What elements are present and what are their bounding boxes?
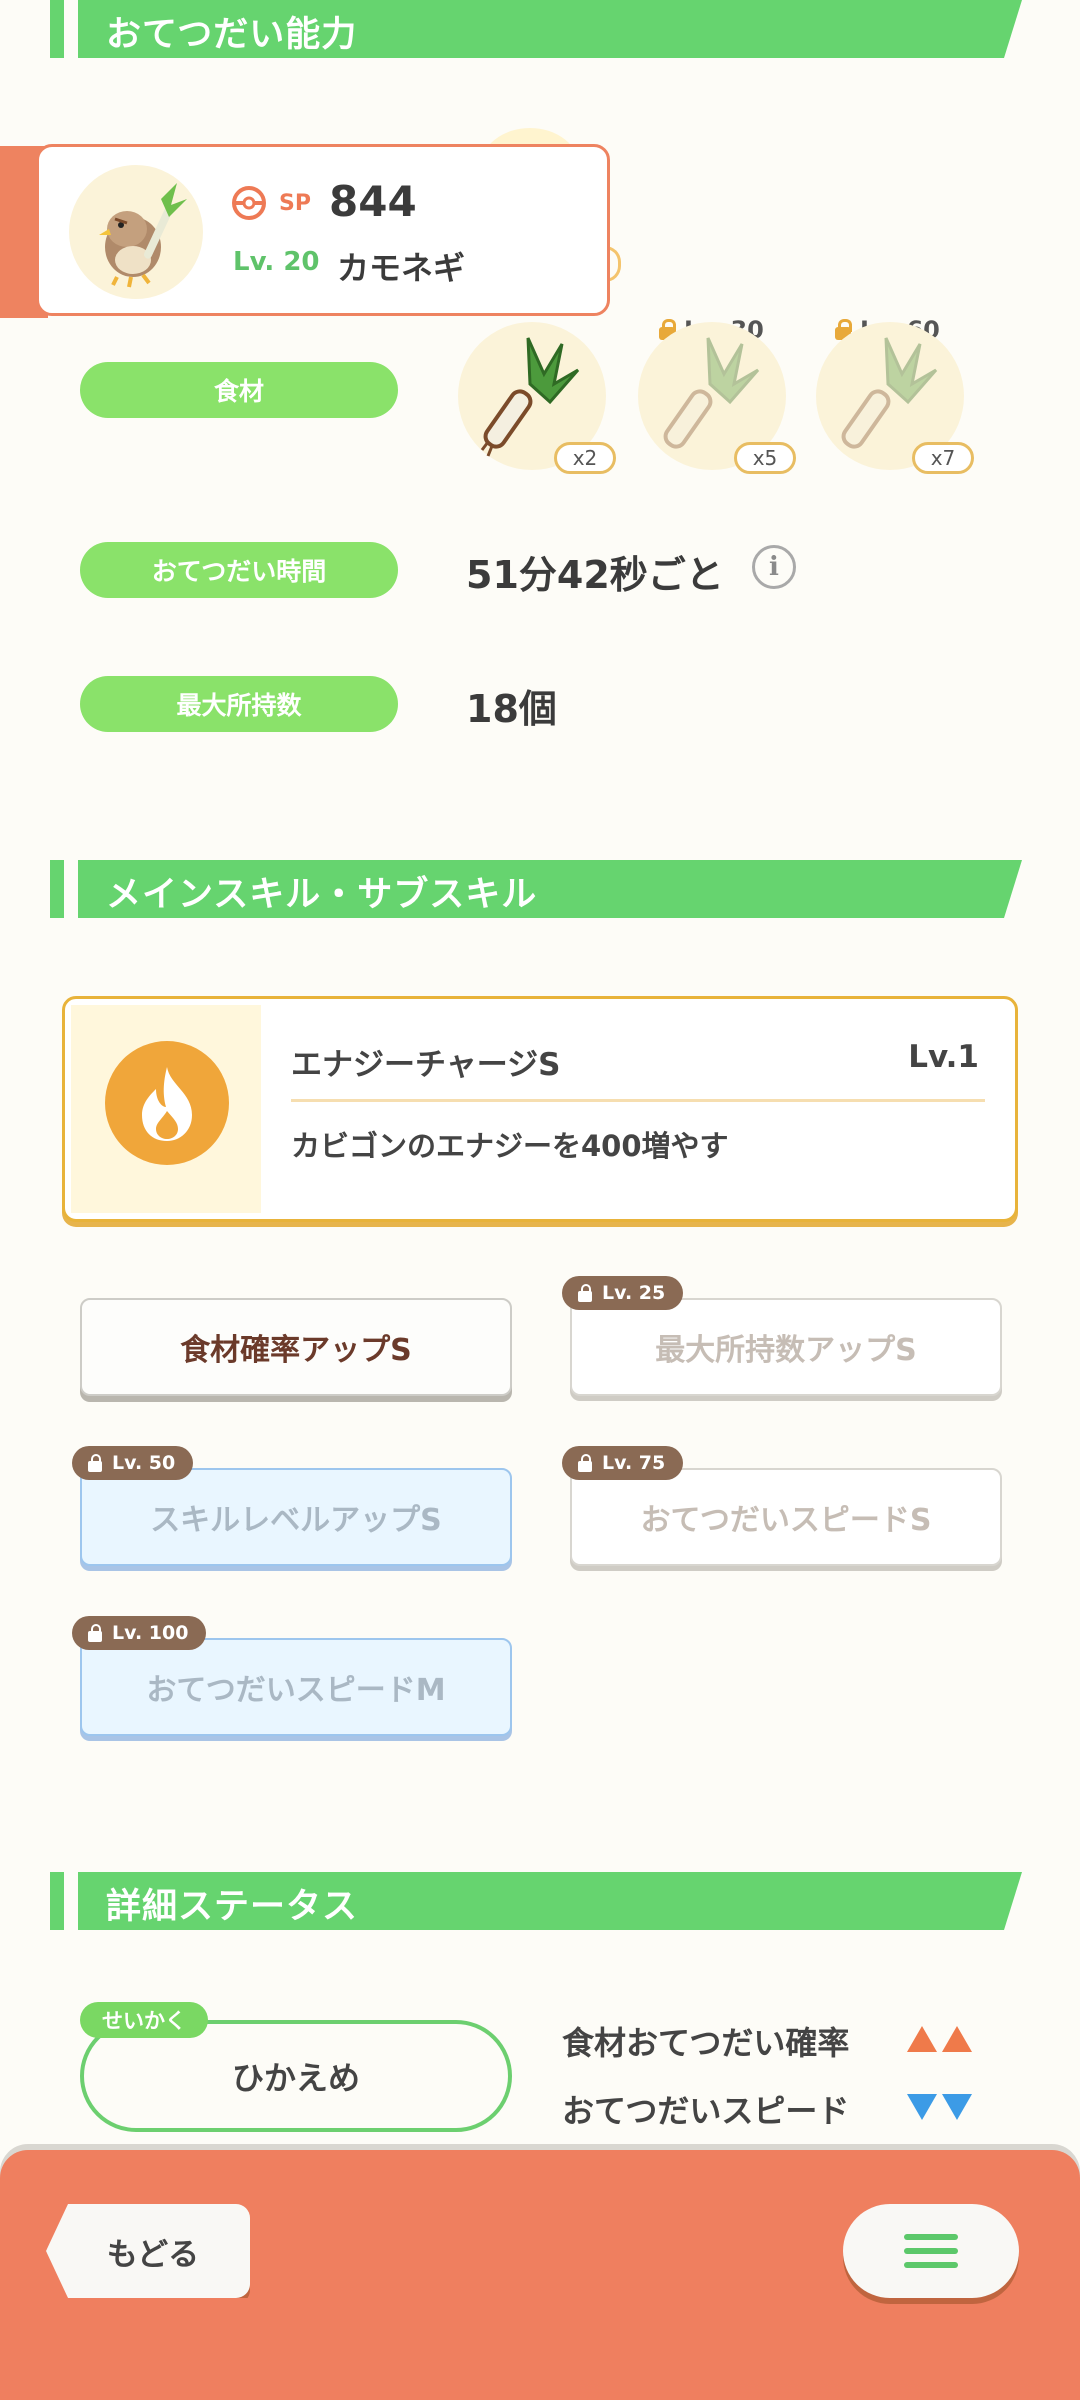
section-title: メインスキル・サブスキル [106,875,538,915]
ingredient-count-badge: x5 [734,442,796,474]
down-arrow-icon [907,2094,937,2120]
divider [291,1099,985,1102]
unlock-level-tag: Lv. 25 [562,1276,684,1310]
max-carry-label: 最大所持数 [80,676,398,732]
sp-value: 844 [329,177,417,226]
section-header-helping: おてつだい能力 [0,0,1080,58]
pokemon-name: カモネギ [337,249,466,287]
farfetchd-icon [99,183,187,288]
max-carry-value: 18個 [466,687,557,731]
menu-button[interactable] [843,2204,1019,2298]
help-time-label: おてつだい時間 [80,542,398,598]
main-skill-name: エナジーチャージS [291,1047,561,1083]
main-skill-level: Lv.1 [908,1039,979,1075]
up-arrow-icon [942,2026,972,2052]
pokeball-icon [231,185,267,221]
up-stat-label: 食材おてつだい確率 [562,2024,850,2062]
pokemon-level: Lv. 20 [233,247,320,277]
subskill-1[interactable]: 食材確率アップS [80,1298,512,1396]
subskill-4[interactable]: おてつだいスピードS [570,1468,1002,1566]
back-button[interactable]: もどる [46,2204,250,2298]
main-skill-description: カビゴンのエナジーを400増やす [291,1129,729,1163]
down-arrow-icon [942,2094,972,2120]
subskill-3[interactable]: スキルレベルアップS [80,1468,512,1566]
section-title: おてつだい能力 [106,15,358,55]
lock-icon [576,1454,594,1472]
pokemon-avatar [69,165,203,299]
flame-icon [105,1041,229,1165]
section-title: 詳細ステータス [106,1887,359,1927]
help-time-value: 51分42秒ごと [466,553,724,597]
subskill-2[interactable]: 最大所持数アップS [570,1298,1002,1396]
unlock-level-tag: Lv. 100 [72,1616,207,1650]
unlock-level-tag: Lv. 50 [72,1446,194,1480]
sp-label: SP [279,191,311,216]
section-header-skills: メインスキル・サブスキル [0,860,1080,918]
section-header-details: 詳細ステータス [0,1872,1080,1930]
down-stat-label: おてつだいスピード [562,2092,850,2130]
ingredient-count-badge: x2 [554,442,616,474]
ingredient-count-badge: x7 [912,442,974,474]
unlock-level-tag: Lv. 75 [562,1446,684,1480]
pokemon-card[interactable]: SP 844 Lv. 20 カモネギ [36,144,610,316]
ingredients-label: 食材 [80,362,398,418]
subskill-5[interactable]: おてつだいスピードM [80,1638,512,1736]
info-icon[interactable]: i [752,545,796,589]
lock-icon [86,1454,104,1472]
main-skill-card[interactable]: エナジーチャージS Lv.1 カビゴンのエナジーを400増やす [62,996,1018,1222]
lock-icon [576,1284,594,1302]
up-arrow-icon [907,2026,937,2052]
lock-icon [86,1624,104,1642]
menu-icon [904,2234,958,2240]
nature-tag: せいかく [80,2002,208,2038]
